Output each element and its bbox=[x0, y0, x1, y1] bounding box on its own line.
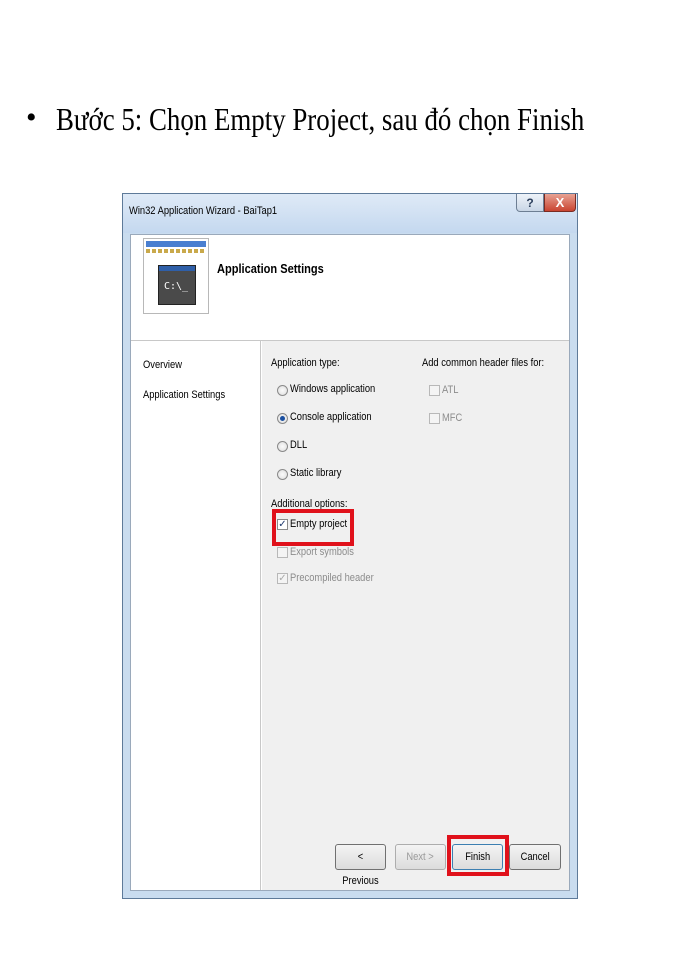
close-button[interactable]: X bbox=[544, 194, 576, 212]
previous-button[interactable]: < Previous bbox=[335, 844, 386, 887]
console-prompt: C:\_ bbox=[164, 281, 189, 292]
radio-static-library[interactable] bbox=[277, 469, 288, 480]
highlight-empty-project bbox=[272, 509, 354, 546]
wizard-body: C:\_ Application Settings Overview Appli… bbox=[130, 234, 570, 891]
checkbox-label: Precompiled header bbox=[290, 572, 374, 584]
nav-item-application-settings[interactable]: Application Settings bbox=[143, 389, 225, 401]
slide-bullet: • bbox=[26, 101, 37, 134]
radio-windows-application[interactable] bbox=[277, 385, 288, 396]
checkbox-export-symbols bbox=[277, 547, 288, 558]
radio-dll[interactable] bbox=[277, 441, 288, 452]
checkbox-atl bbox=[429, 385, 440, 396]
nav-item-overview[interactable]: Overview bbox=[143, 359, 182, 371]
radio-label[interactable]: Console application bbox=[290, 411, 372, 423]
checkbox-precompiled-header: ✓ bbox=[277, 573, 288, 584]
radio-console-application[interactable] bbox=[277, 413, 288, 424]
title-bar[interactable]: Win32 Application Wizard - BaiTap1 ? X bbox=[123, 194, 577, 233]
help-button[interactable]: ? bbox=[516, 194, 544, 212]
console-app-icon: C:\_ bbox=[143, 238, 209, 314]
highlight-finish bbox=[447, 835, 509, 876]
cancel-button[interactable]: Cancel bbox=[509, 844, 561, 870]
checkbox-label: ATL bbox=[442, 384, 459, 396]
window-title: Win32 Application Wizard - BaiTap1 bbox=[129, 205, 278, 217]
checkbox-label: Export symbols bbox=[290, 546, 354, 558]
wizard-header: C:\_ Application Settings bbox=[131, 235, 569, 341]
wizard-nav: Overview Application Settings bbox=[131, 341, 261, 890]
checkbox-mfc bbox=[429, 413, 440, 424]
wizard-window: Win32 Application Wizard - BaiTap1 ? X C… bbox=[122, 193, 578, 899]
page-title: Application Settings bbox=[217, 261, 324, 276]
next-button: Next > bbox=[395, 844, 446, 870]
radio-label[interactable]: Windows application bbox=[290, 383, 375, 395]
header-files-label: Add common header files for: bbox=[422, 357, 545, 369]
radio-label[interactable]: DLL bbox=[290, 439, 307, 451]
settings-panel: Application type: Windows application Co… bbox=[262, 341, 569, 890]
application-type-label: Application type: bbox=[271, 357, 340, 369]
slide-title: Bước 5: Chọn Empty Project, sau đó chọn … bbox=[56, 101, 585, 137]
checkbox-label: MFC bbox=[442, 412, 463, 424]
radio-label[interactable]: Static library bbox=[290, 467, 341, 479]
